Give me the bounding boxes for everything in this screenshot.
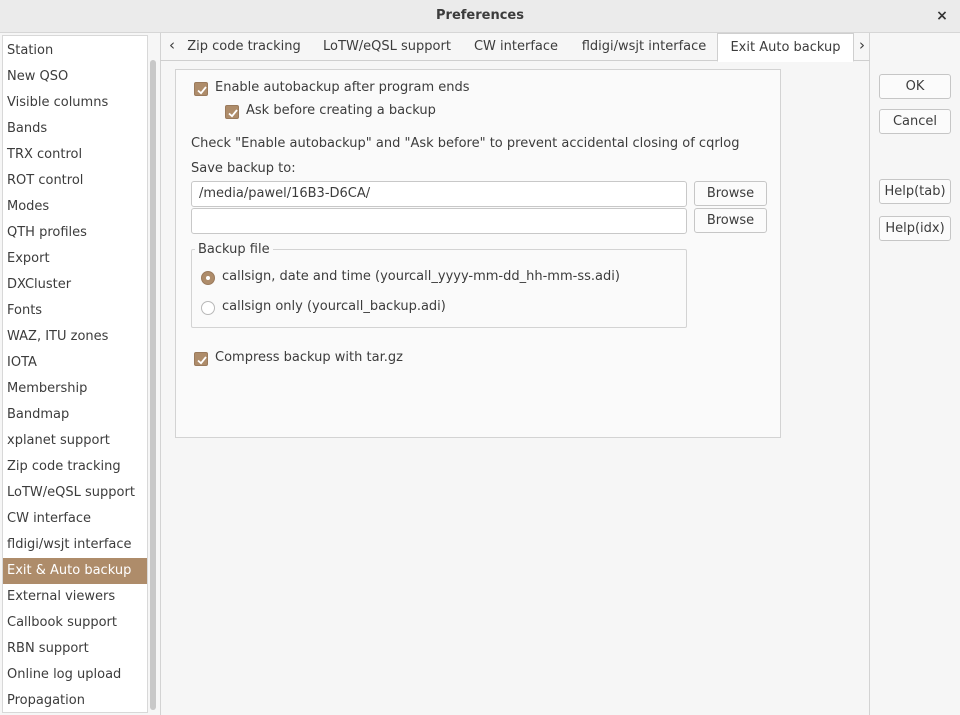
ok-button[interactable]: OK	[879, 74, 951, 99]
help-tab-button[interactable]: Help(tab)	[879, 179, 951, 204]
preferences-category-list: Station New QSO Visible columns Bands TR…	[2, 35, 148, 713]
save-backup-to-label: Save backup to:	[191, 161, 296, 176]
sidebar-item-membership[interactable]: Membership	[3, 376, 147, 402]
sidebar-scrollbar[interactable]	[150, 60, 156, 710]
sidebar-item-iota[interactable]: IOTA	[3, 350, 147, 376]
sidebar-item-external-viewers[interactable]: External viewers	[3, 584, 147, 610]
tab-zip-code-tracking[interactable]: Zip code tracking	[185, 33, 303, 61]
backup-file-group-title: Backup file	[195, 242, 273, 257]
tab-scroll-right-icon[interactable]: ›	[852, 33, 872, 60]
sidebar-item-waz-itu-zones[interactable]: WAZ, ITU zones	[3, 324, 147, 350]
sidebar-item-trx-control[interactable]: TRX control	[3, 142, 147, 168]
tab-scroll-left-icon[interactable]: ‹	[162, 33, 182, 60]
title-bar: Preferences ×	[0, 0, 960, 33]
checkmark-icon	[197, 86, 207, 95]
backup-name-callsign-only-label: callsign only (yourcall_backup.adi)	[222, 299, 446, 314]
sidebar-item-online-log-upload[interactable]: Online log upload	[3, 662, 147, 688]
sidebar-item-fonts[interactable]: Fonts	[3, 298, 147, 324]
sidebar-item-lotw-eqsl-support[interactable]: LoTW/eQSL support	[3, 480, 147, 506]
sidebar-item-modes[interactable]: Modes	[3, 194, 147, 220]
sidebar-item-cw-interface[interactable]: CW interface	[3, 506, 147, 532]
browse-path-2-button[interactable]: Browse	[694, 208, 767, 233]
sidebar-item-visible-columns[interactable]: Visible columns	[3, 90, 147, 116]
backup-path-2-input[interactable]	[191, 208, 687, 234]
sidebar-item-propagation[interactable]: Propagation	[3, 688, 147, 714]
sidebar-item-callbook-support[interactable]: Callbook support	[3, 610, 147, 636]
sidebar-item-xplanet-support[interactable]: xplanet support	[3, 428, 147, 454]
tab-exit-auto-backup[interactable]: Exit Auto backup	[717, 33, 854, 62]
enable-autobackup-label: Enable autobackup after program ends	[215, 80, 470, 95]
tab-bar: ‹ Zip code tracking LoTW/eQSL support CW…	[160, 33, 872, 62]
ask-before-backup-checkbox[interactable]	[225, 105, 239, 119]
enable-autobackup-checkbox[interactable]	[194, 82, 208, 96]
sidebar-item-zip-code-tracking[interactable]: Zip code tracking	[3, 454, 147, 480]
window-title: Preferences	[436, 8, 524, 23]
tab-fldigi-wsjt-interface[interactable]: fldigi/wsjt interface	[578, 33, 710, 61]
ask-before-backup-label: Ask before creating a backup	[246, 103, 436, 118]
sidebar-item-bandmap[interactable]: Bandmap	[3, 402, 147, 428]
compress-backup-label: Compress backup with tar.gz	[215, 350, 403, 365]
backup-path-1-input[interactable]: /media/pawel/16B3-D6CA/	[191, 181, 687, 207]
help-idx-button[interactable]: Help(idx)	[879, 216, 951, 241]
sidebar-item-rbn-support[interactable]: RBN support	[3, 636, 147, 662]
backup-name-callsign-only-radio[interactable]	[201, 301, 215, 315]
checkmark-icon	[228, 109, 238, 118]
sidebar-item-bands[interactable]: Bands	[3, 116, 147, 142]
close-icon[interactable]: ×	[934, 8, 950, 24]
sidebar-item-qth-profiles[interactable]: QTH profiles	[3, 220, 147, 246]
cancel-button[interactable]: Cancel	[879, 109, 951, 134]
tab-cw-interface[interactable]: CW interface	[470, 33, 562, 61]
sidebar-item-export[interactable]: Export	[3, 246, 147, 272]
backup-file-group	[191, 249, 687, 328]
backup-name-datetime-label: callsign, date and time (yourcall_yyyy-m…	[222, 269, 620, 284]
browse-path-1-button[interactable]: Browse	[694, 181, 767, 206]
sidebar-item-new-qso[interactable]: New QSO	[3, 64, 147, 90]
sidebar-item-fldigi-wsjt-interface[interactable]: fldigi/wsjt interface	[3, 532, 147, 558]
autobackup-hint-text: Check "Enable autobackup" and "Ask befor…	[191, 136, 740, 151]
sidebar-item-dxcluster[interactable]: DXCluster	[3, 272, 147, 298]
sidebar-item-station[interactable]: Station	[3, 38, 147, 64]
sidebar-item-rot-control[interactable]: ROT control	[3, 168, 147, 194]
sidebar-item-exit-auto-backup[interactable]: Exit & Auto backup	[3, 558, 147, 584]
checkmark-icon	[197, 356, 207, 365]
tab-lotw-eqsl-support[interactable]: LoTW/eQSL support	[317, 33, 457, 61]
backup-name-datetime-radio[interactable]	[201, 271, 215, 285]
compress-backup-checkbox[interactable]	[194, 352, 208, 366]
